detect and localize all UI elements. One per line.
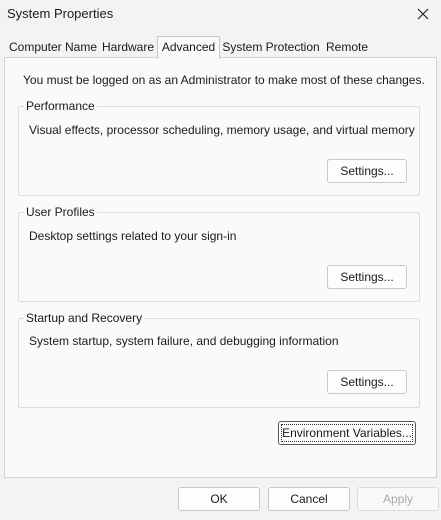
tab-computer-name[interactable]: Computer Name xyxy=(7,39,99,58)
dialog-footer: OK Cancel Apply xyxy=(0,478,441,520)
tab-remote[interactable]: Remote xyxy=(322,39,372,58)
close-icon xyxy=(417,8,429,20)
tab-advanced[interactable]: Advanced xyxy=(157,36,220,59)
performance-group-title: Performance xyxy=(24,99,97,113)
user-profiles-group-title: User Profiles xyxy=(24,205,97,219)
cancel-button[interactable]: Cancel xyxy=(268,487,350,511)
advanced-tab-panel: You must be logged on as an Administrato… xyxy=(4,57,437,478)
system-properties-window: System Properties Computer Name Hardware… xyxy=(0,0,441,520)
admin-note: You must be logged on as an Administrato… xyxy=(23,73,425,87)
performance-group: Performance Visual effects, processor sc… xyxy=(18,99,420,196)
tab-system-protection[interactable]: System Protection xyxy=(221,39,321,58)
title-bar: System Properties xyxy=(0,0,441,30)
performance-description: Visual effects, processor scheduling, me… xyxy=(29,123,415,137)
startup-recovery-group-title: Startup and Recovery xyxy=(24,311,145,325)
close-button[interactable] xyxy=(405,0,441,28)
environment-variables-button[interactable]: Environment Variables... xyxy=(278,421,416,445)
user-profiles-description: Desktop settings related to your sign-in xyxy=(29,229,237,243)
startup-recovery-description: System startup, system failure, and debu… xyxy=(29,334,339,348)
startup-recovery-settings-button[interactable]: Settings... xyxy=(327,370,407,394)
tab-strip: Computer Name Hardware Advanced System P… xyxy=(4,36,437,59)
apply-button[interactable]: Apply xyxy=(357,487,439,511)
window-title: System Properties xyxy=(7,6,114,21)
tab-hardware[interactable]: Hardware xyxy=(100,39,156,58)
user-profiles-settings-button[interactable]: Settings... xyxy=(327,265,407,289)
user-profiles-group: User Profiles Desktop settings related t… xyxy=(18,205,420,302)
startup-recovery-group: Startup and Recovery System startup, sys… xyxy=(18,311,420,408)
ok-button[interactable]: OK xyxy=(178,487,260,511)
performance-settings-button[interactable]: Settings... xyxy=(327,159,407,183)
